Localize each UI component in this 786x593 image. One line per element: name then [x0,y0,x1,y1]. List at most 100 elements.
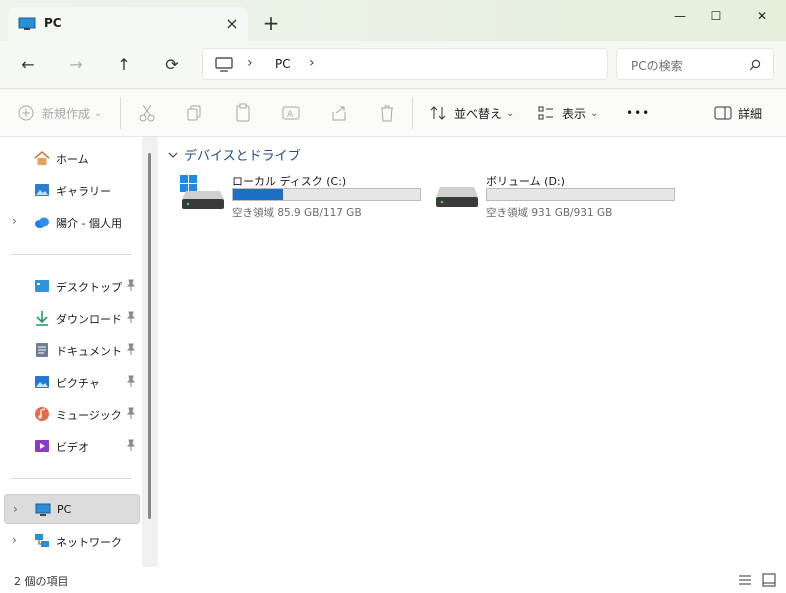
sidebar-item-documents[interactable]: ドキュメント [4,335,140,365]
sidebar-item-label: ネットワーク [56,536,122,549]
share-icon[interactable] [330,103,348,123]
delete-icon[interactable] [378,103,396,123]
more-options-button[interactable]: ••• [626,103,650,123]
chevron-down-icon: ⌄ [506,107,515,119]
gallery-icon [35,184,49,196]
sidebar-item-label: ビデオ [56,441,89,454]
drive-name: ローカル ディスク (C:) [232,175,347,188]
monitor-outline-icon [215,57,233,72]
breadcrumb-expand[interactable]: › [309,55,315,71]
details-label: 詳細 [738,106,763,121]
forward-button[interactable]: → [62,51,90,79]
sidebar-item-pictures[interactable]: ピクチャ [4,367,140,397]
chevron-right-icon[interactable]: › [13,502,18,516]
sort-button[interactable]: 並べ替え ⌄ [430,103,514,123]
refresh-button[interactable]: ⟳ [158,51,186,79]
group-header[interactable]: デバイスとドライブ [168,145,301,164]
chevron-right-icon[interactable]: › [12,214,17,228]
sidebar-item-gallery[interactable]: ギャラリー [4,175,140,205]
pin-icon[interactable] [126,407,136,419]
rename-icon[interactable]: A [282,103,300,123]
view-button[interactable]: 表示 ⌄ [538,103,598,123]
sidebar-item-label: ドキュメント [56,345,122,358]
details-pane-button[interactable]: 詳細 [714,103,762,123]
details-view-icon[interactable] [738,574,752,586]
drive-free-space: 空き領域 85.9 GB/117 GB [232,207,362,219]
breadcrumb[interactable]: › PC › [202,48,608,80]
sidebar-item-onedrive[interactable]: › 陽介 - 個人用 [4,207,140,237]
sidebar-divider [10,478,132,479]
home-icon [34,150,50,165]
search-input[interactable]: PCの検索 [616,48,774,80]
drive-item-c[interactable]: ローカル ディスク (C:) 空き領域 85.9 GB/117 GB [162,171,421,221]
sidebar-item-label: ホーム [56,153,89,166]
new-button[interactable]: 新規作成 ⌄ [18,103,102,123]
pin-icon[interactable] [126,343,136,355]
drive-icon [436,187,478,207]
sidebar-item-home[interactable]: ホーム [4,143,140,173]
new-label: 新規作成 [42,106,91,121]
group-title: デバイスとドライブ [184,149,301,164]
up-button[interactable]: ↑ [110,51,138,79]
sidebar-item-videos[interactable]: ビデオ [4,431,140,461]
pin-icon[interactable] [126,375,136,387]
copy-icon[interactable] [186,103,204,123]
sidebar-item-network[interactable]: › ネットワーク [4,526,140,556]
new-tab-button[interactable]: + [260,12,282,34]
breadcrumb-item-pc[interactable]: PC [275,57,291,71]
details-pane-icon [714,106,732,120]
sidebar-divider [10,254,132,255]
item-count: 2 個の項目 [14,575,69,588]
pin-icon[interactable] [126,279,136,291]
drive-usage-bar [232,188,421,201]
title-bar: PC × + — ☐ ✕ [0,0,786,41]
search-icon [749,59,761,71]
monitor-icon [18,17,36,30]
content-pane: デバイスとドライブ ローカル ディスク (C:) 空き領域 85.9 GB/11… [158,137,786,567]
sidebar-item-downloads[interactable]: ダウンロード [4,303,140,333]
download-icon [36,311,48,326]
cut-icon[interactable] [138,103,156,123]
breadcrumb-separator[interactable]: › [247,55,253,71]
drive-item-d[interactable]: ボリューム (D:) 空き領域 931 GB/931 GB [416,171,675,221]
drive-name: ボリューム (D:) [486,175,565,188]
maximize-button[interactable]: ☐ [694,2,738,30]
cloud-icon [35,217,49,228]
sidebar-scrollbar-thumb[interactable] [148,153,151,519]
pin-icon[interactable] [126,439,136,451]
pin-icon[interactable] [126,311,136,323]
sidebar-item-label: ギャラリー [56,185,111,198]
sidebar-item-label: ピクチャ [56,377,100,390]
chevron-down-icon [168,152,178,158]
tab-title: PC [44,16,62,30]
tab-pc[interactable]: PC × [8,7,248,41]
chevron-down-icon: ⌄ [590,107,599,119]
chevron-right-icon[interactable]: › [12,533,17,547]
search-placeholder: PCの検索 [631,59,683,73]
close-window-button[interactable]: ✕ [740,2,784,30]
picture-icon [35,376,49,388]
svg-text:A: A [287,110,294,120]
command-bar: 新規作成 ⌄ A 並べ替え ⌄ 表示 ⌄ ••• 詳細 [0,89,786,137]
paste-icon[interactable] [234,103,252,123]
navigation-pane: ホーム ギャラリー › 陽介 - 個人用 デスクトップ ダウンロード ドキュメン… [0,137,150,567]
network-icon [35,534,49,547]
drive-usage-fill [233,189,283,200]
sidebar-item-pc[interactable]: › PC [4,494,140,524]
sidebar-item-label: デスクトップ [56,281,122,294]
sort-label: 並べ替え [454,106,503,121]
windows-drive-icon [180,175,224,209]
sidebar-item-music[interactable]: ミュージック [4,399,140,429]
tiles-view-icon[interactable] [762,573,776,587]
sidebar-item-label: ダウンロード [56,313,122,326]
plus-circle-icon [18,105,34,121]
view-list-icon [538,106,553,120]
music-icon [35,407,49,421]
sidebar-item-label: PC [57,503,72,516]
back-button[interactable]: ← [14,51,42,79]
tab-close-button[interactable]: × [220,12,244,36]
status-bar: 2 個の項目 [0,567,786,593]
drive-usage-bar [486,188,675,201]
sidebar-item-desktop[interactable]: デスクトップ [4,271,140,301]
view-label: 表示 [562,106,587,121]
